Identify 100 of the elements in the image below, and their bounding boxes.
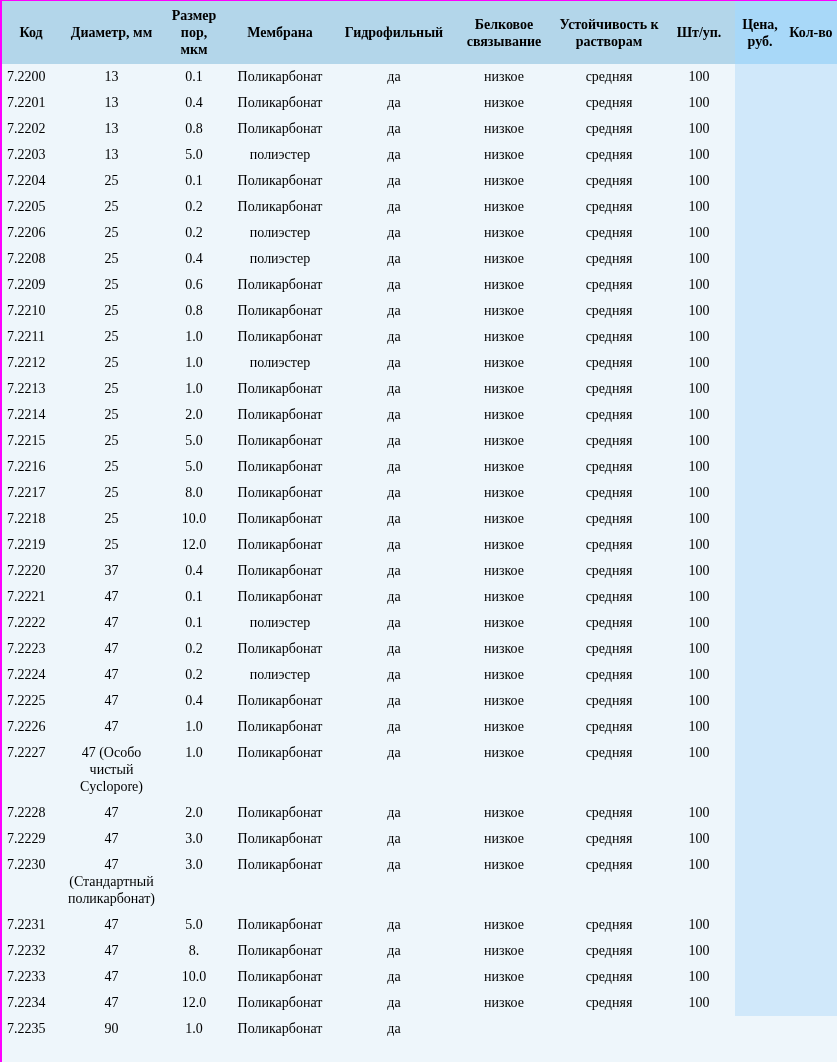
table-cell: да <box>387 381 401 396</box>
table-cell: 2.0 <box>185 407 203 422</box>
table-cell: да <box>387 459 401 474</box>
table-cell: 100 <box>688 277 710 292</box>
table-cell: да <box>387 121 401 136</box>
table-cell: 25 <box>104 173 119 188</box>
table-cell: средняя <box>585 641 633 656</box>
table-cell: 7.2226 <box>7 719 46 734</box>
table-cell: 100 <box>688 303 710 318</box>
table-cell: да <box>387 537 401 552</box>
table-cell: средняя <box>585 147 633 162</box>
table-cell: 100 <box>688 969 710 984</box>
table-cell: Поликарбонат <box>237 173 323 188</box>
table-cell: да <box>387 641 401 656</box>
table-cell: низкое <box>484 251 524 266</box>
table-cell: 7.2204 <box>7 173 46 188</box>
table-cell: 47 <box>104 693 119 708</box>
table-cell: низкое <box>484 831 524 846</box>
table-cell: низкое <box>484 277 524 292</box>
table-cell: средняя <box>585 381 633 396</box>
table-cell: 25 <box>104 199 119 214</box>
table-cell: да <box>387 199 401 214</box>
table-cell: 47 (Стандартный поликарбонат) <box>68 857 155 906</box>
table-cell: 10.0 <box>181 969 207 984</box>
table-cell: 100 <box>688 485 710 500</box>
table-cell: низкое <box>484 563 524 578</box>
table-cell: 1.0 <box>185 745 203 760</box>
table-cell: 25 <box>104 407 119 422</box>
table-cell: 25 <box>104 329 119 344</box>
column-header: Кол-во <box>789 25 833 40</box>
table-cell: 7.2209 <box>7 277 46 292</box>
table-cell: 7.2211 <box>7 329 45 344</box>
table-cell: да <box>387 805 401 820</box>
table-cell: средняя <box>585 355 633 370</box>
table-cell: да <box>387 329 401 344</box>
table-cell: Поликарбонат <box>237 381 323 396</box>
table-cell: низкое <box>484 719 524 734</box>
table-cell: 7.2232 <box>7 943 46 958</box>
table-cell: 100 <box>688 831 710 846</box>
table-cell: Поликарбонат <box>237 995 323 1010</box>
table-cell: 13 <box>104 95 119 110</box>
table-cell: низкое <box>484 537 524 552</box>
table-cell: да <box>387 667 401 682</box>
table-cell: Поликарбонат <box>237 719 323 734</box>
column-header: Диаметр, мм <box>70 25 153 40</box>
table-cell: 3.0 <box>185 857 203 872</box>
table-cell: 100 <box>688 459 710 474</box>
table-cell: 13 <box>104 69 119 84</box>
table-cell: 100 <box>688 641 710 656</box>
column-header: Шт/уп. <box>676 25 722 40</box>
table-cell: средняя <box>585 615 633 630</box>
table-cell: 100 <box>688 199 710 214</box>
table-cell: 47 <box>104 589 119 604</box>
table-cell: да <box>387 719 401 734</box>
table-cell: 47 <box>104 615 119 630</box>
table-cell: 7.2200 <box>7 69 46 84</box>
column-header: Код <box>19 25 43 40</box>
table-cell: средняя <box>585 693 633 708</box>
table-cell: да <box>387 615 401 630</box>
table-cell: Поликарбонат <box>237 121 323 136</box>
table-cell: 13 <box>104 121 119 136</box>
table-cell: средняя <box>585 563 633 578</box>
table-cell: полиэстер <box>249 355 311 370</box>
table-cell: 7.2227 <box>7 745 46 760</box>
table-cell: 0.2 <box>185 641 203 656</box>
table-cell: 25 <box>104 225 119 240</box>
table-cell: да <box>387 589 401 604</box>
table-cell: да <box>387 511 401 526</box>
table-cell: 7.2230 <box>7 857 46 872</box>
table-cell: 7.2213 <box>7 381 46 396</box>
table-cell: 47 <box>104 667 119 682</box>
table-cell: Поликарбонат <box>237 563 323 578</box>
table-cell: низкое <box>484 329 524 344</box>
table-cell: 100 <box>688 173 710 188</box>
table-cell: 25 <box>104 485 119 500</box>
table-cell: 7.2208 <box>7 251 46 266</box>
table-cell: 100 <box>688 563 710 578</box>
table-cell: средняя <box>585 969 633 984</box>
table-cell: да <box>387 95 401 110</box>
table-cell: Поликарбонат <box>237 969 323 984</box>
table-cell: 0.1 <box>185 589 203 604</box>
table-cell: 37 <box>104 563 119 578</box>
table-cell: 5.0 <box>185 459 203 474</box>
table-cell: полиэстер <box>249 225 311 240</box>
table-cell: 0.1 <box>185 69 203 84</box>
table-cell: 5.0 <box>185 917 203 932</box>
table-cell: 100 <box>688 667 710 682</box>
table-cell: 7.2234 <box>7 995 46 1010</box>
table-cell: 100 <box>688 355 710 370</box>
table-cell: да <box>387 693 401 708</box>
table-cell: средняя <box>585 995 633 1010</box>
table-cell: 12.0 <box>181 537 207 552</box>
table-cell: средняя <box>585 667 633 682</box>
table-cell: 0.2 <box>185 667 203 682</box>
table-cell: 7.2223 <box>7 641 46 656</box>
table-cell: 3.0 <box>185 831 203 846</box>
table-cell: 7.2216 <box>7 459 46 474</box>
table-cell: Поликарбонат <box>237 831 323 846</box>
table-cell: низкое <box>484 355 524 370</box>
table-cell: 0.8 <box>185 121 203 136</box>
